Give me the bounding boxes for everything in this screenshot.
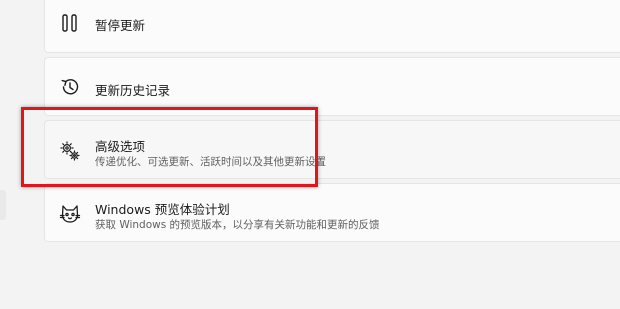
update-history-label: 更新历史记录: [95, 83, 171, 98]
insider-cat-icon: [59, 203, 81, 225]
pause-icon: [59, 12, 81, 34]
advanced-options-description: 传递优化、可选更新、活跃时间以及其他更新设置: [95, 156, 326, 168]
update-history-item[interactable]: 更新历史记录: [44, 57, 620, 116]
advanced-options-label: 高级选项: [95, 139, 146, 154]
pause-updates-label: 暂停更新: [95, 18, 146, 33]
advanced-options-item[interactable]: 高级选项 传递优化、可选更新、活跃时间以及其他更新设置: [44, 120, 620, 179]
gears-icon: [59, 140, 81, 162]
history-icon: [59, 76, 81, 98]
pause-updates-item[interactable]: 暂停更新: [44, 0, 620, 53]
insider-program-label: Windows 预览体验计划: [95, 202, 230, 217]
insider-program-description: 获取 Windows 的预览版本，以分享有关新功能和更新的反馈: [95, 219, 380, 231]
insider-program-item[interactable]: Windows 预览体验计划 获取 Windows 的预览版本，以分享有关新功能…: [44, 183, 620, 242]
navigation-edge: [0, 190, 6, 220]
